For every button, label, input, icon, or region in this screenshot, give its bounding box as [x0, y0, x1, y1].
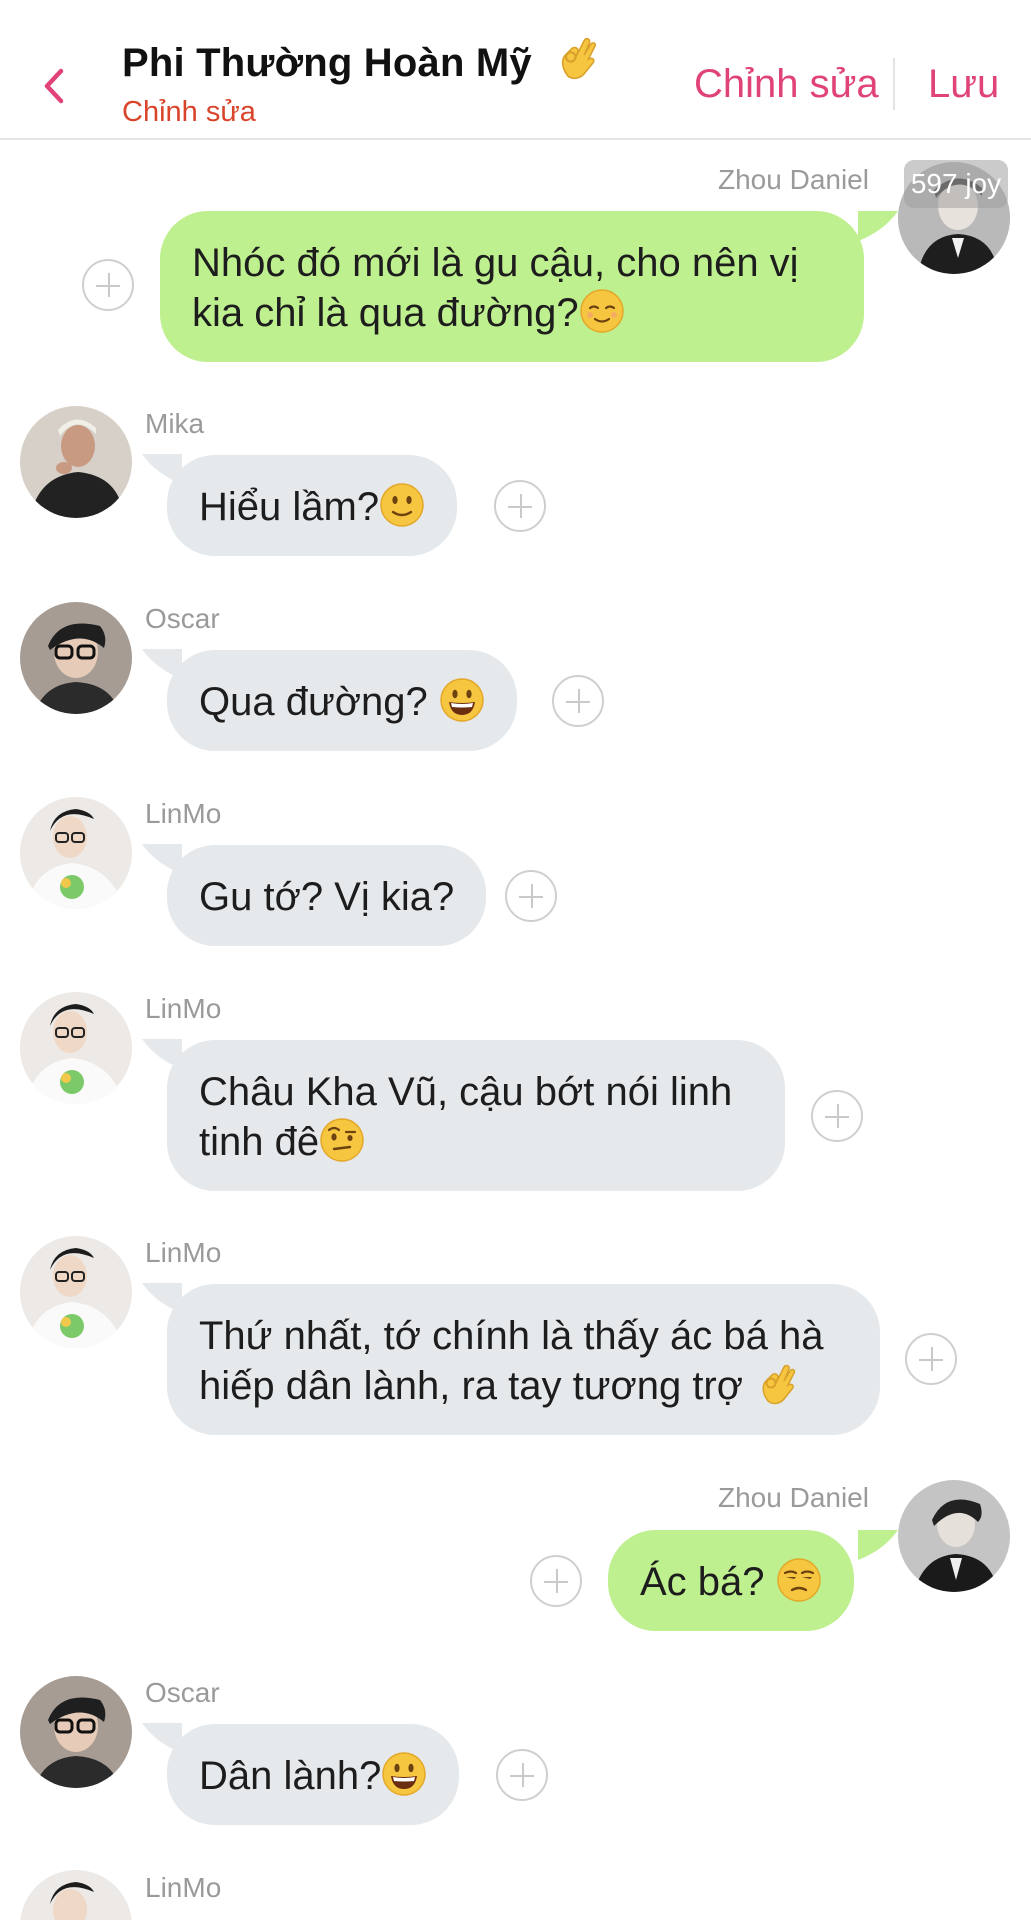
message-text: Qua đường?	[199, 680, 439, 724]
unamused-face-icon	[776, 1557, 822, 1603]
message-text: Dân lành?	[199, 1754, 382, 1798]
add-reaction-button[interactable]	[494, 480, 546, 532]
sender-name: Zhou Daniel	[718, 1482, 869, 1513]
add-reaction-button[interactable]	[552, 675, 604, 727]
header-divider	[893, 58, 895, 110]
add-reaction-button[interactable]	[811, 1090, 863, 1142]
message-bubble[interactable]: Châu Kha Vũ, cậu bớt nói linh tinh đê	[167, 1040, 785, 1191]
message-bubble[interactable]: Hiểu lầm?	[167, 455, 458, 556]
grinning-face-icon	[381, 1751, 427, 1797]
chat-subtitle[interactable]: Chỉnh sửa	[122, 96, 256, 129]
chat-title-text: Phi Thường Hoàn Mỹ	[122, 41, 532, 85]
avatar[interactable]	[20, 1236, 132, 1348]
slightly-smiling-face-icon	[379, 482, 425, 528]
back-button[interactable]	[32, 58, 76, 114]
face-with-raised-eyebrow-icon	[319, 1117, 365, 1163]
add-reaction-button[interactable]	[496, 1749, 548, 1801]
joy-badge: 597 joy	[904, 160, 1008, 208]
message-bubble[interactable]: Dân lành?	[167, 1724, 460, 1825]
message-bubble[interactable]: Nhóc đó mới là gu cậu, cho nên vị kia ch…	[160, 211, 864, 362]
avatar[interactable]	[20, 992, 132, 1104]
avatar[interactable]	[20, 602, 132, 714]
bubble-tail	[858, 211, 898, 241]
sender-name: Oscar	[145, 603, 220, 634]
message-text: Thứ nhất, tớ chính là thấy ác bá hà hiếp…	[199, 1314, 824, 1408]
ok-hand-icon	[754, 1361, 800, 1407]
bubble-tail	[858, 1530, 898, 1560]
chat-header: Phi Thường Hoàn Mỹ Chỉnh sửa Chỉnh sửa L…	[0, 0, 1031, 140]
message-bubble[interactable]: Thứ nhất, tớ chính là thấy ác bá hà hiếp…	[167, 1284, 880, 1435]
avatar[interactable]	[898, 1480, 1010, 1592]
avatar[interactable]	[20, 1676, 132, 1788]
message-bubble[interactable]: Ác bá?	[608, 1530, 854, 1631]
message-text: Hiểu lầm?	[199, 485, 380, 529]
sender-name: LinMo	[145, 993, 222, 1024]
add-reaction-button[interactable]	[905, 1333, 957, 1385]
add-reaction-button[interactable]	[505, 870, 557, 922]
sender-name: LinMo	[145, 1237, 222, 1268]
message-bubble[interactable]: Gu tớ? Vị kia?	[167, 845, 487, 946]
sender-name: LinMo	[145, 1872, 222, 1903]
message-text: Ác bá?	[640, 1560, 776, 1604]
edit-button[interactable]: Chỉnh sửa	[694, 62, 879, 107]
grinning-face-icon	[439, 677, 485, 723]
message-text: Nhóc đó mới là gu cậu, cho nên vị kia ch…	[192, 241, 799, 335]
avatar[interactable]	[20, 1870, 132, 1920]
avatar[interactable]	[20, 406, 132, 518]
message-text: Châu Kha Vũ, cậu bớt nói linh tinh đê	[199, 1070, 733, 1164]
relieved-face-icon	[579, 288, 625, 334]
message-bubble[interactable]: Qua đường?	[167, 650, 517, 751]
ok-hand-icon	[553, 34, 601, 82]
chat-title: Phi Thường Hoàn Mỹ	[122, 34, 601, 86]
sender-name: Mika	[145, 408, 205, 439]
sender-name: LinMo	[145, 798, 222, 829]
message-text: Gu tớ? Vị kia?	[199, 875, 455, 919]
sender-name: Oscar	[145, 1677, 220, 1708]
add-reaction-button[interactable]	[82, 259, 134, 311]
avatar[interactable]	[20, 797, 132, 909]
add-reaction-button[interactable]	[530, 1555, 582, 1607]
sender-name: Zhou Daniel	[718, 164, 869, 195]
save-button[interactable]: Lưu	[928, 62, 999, 107]
chevron-left-icon	[44, 68, 64, 104]
